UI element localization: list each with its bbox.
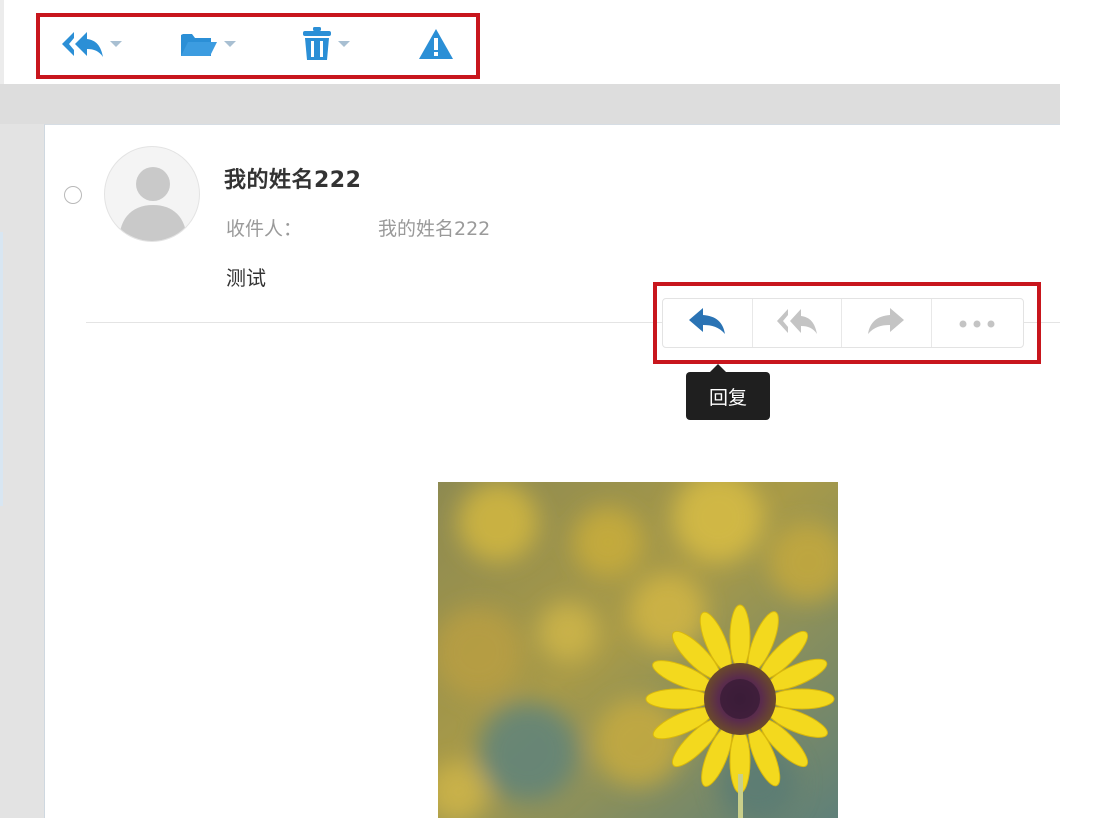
tooltip-arrow: [710, 364, 726, 372]
sender-name: 我的姓名222: [224, 168, 362, 193]
right-margin: [1060, 84, 1118, 818]
avatar: [104, 146, 200, 242]
reply-icon: [688, 307, 726, 339]
chevron-down-icon: [224, 40, 236, 48]
reply-all-icon: [60, 29, 104, 59]
reply-all-icon: [776, 307, 818, 339]
attachment-image: [438, 482, 838, 818]
trash-icon: [302, 26, 332, 62]
reply-all-dropdown-button[interactable]: [60, 24, 122, 64]
top-toolbar: [0, 0, 1118, 84]
message-action-group: [662, 298, 1024, 348]
reply-all-button[interactable]: [753, 299, 842, 347]
reply-button[interactable]: [663, 299, 753, 347]
folder-icon: [180, 29, 218, 59]
forward-button[interactable]: [842, 299, 932, 347]
select-radio[interactable]: [64, 186, 82, 204]
chevron-down-icon: [338, 40, 350, 48]
user-silhouette-icon: [119, 167, 187, 241]
chevron-down-icon: [110, 40, 122, 48]
gutter-accent: [0, 232, 3, 506]
message-subject: 测试: [226, 266, 266, 290]
recipient-name: 我的姓名222: [378, 218, 491, 240]
grey-band: [0, 84, 1060, 124]
report-spam-button[interactable]: [418, 24, 454, 64]
more-icon: [957, 314, 997, 333]
more-button[interactable]: [932, 299, 1023, 347]
recipient-label: 收件人：: [226, 218, 303, 240]
delete-dropdown-button[interactable]: [302, 24, 350, 64]
warning-icon: [418, 28, 454, 60]
left-gutter: [0, 124, 44, 818]
forward-icon: [867, 307, 905, 339]
move-folder-dropdown-button[interactable]: [180, 24, 236, 64]
reply-tooltip: 回复: [686, 372, 770, 420]
left-edge-rule: [0, 0, 4, 84]
